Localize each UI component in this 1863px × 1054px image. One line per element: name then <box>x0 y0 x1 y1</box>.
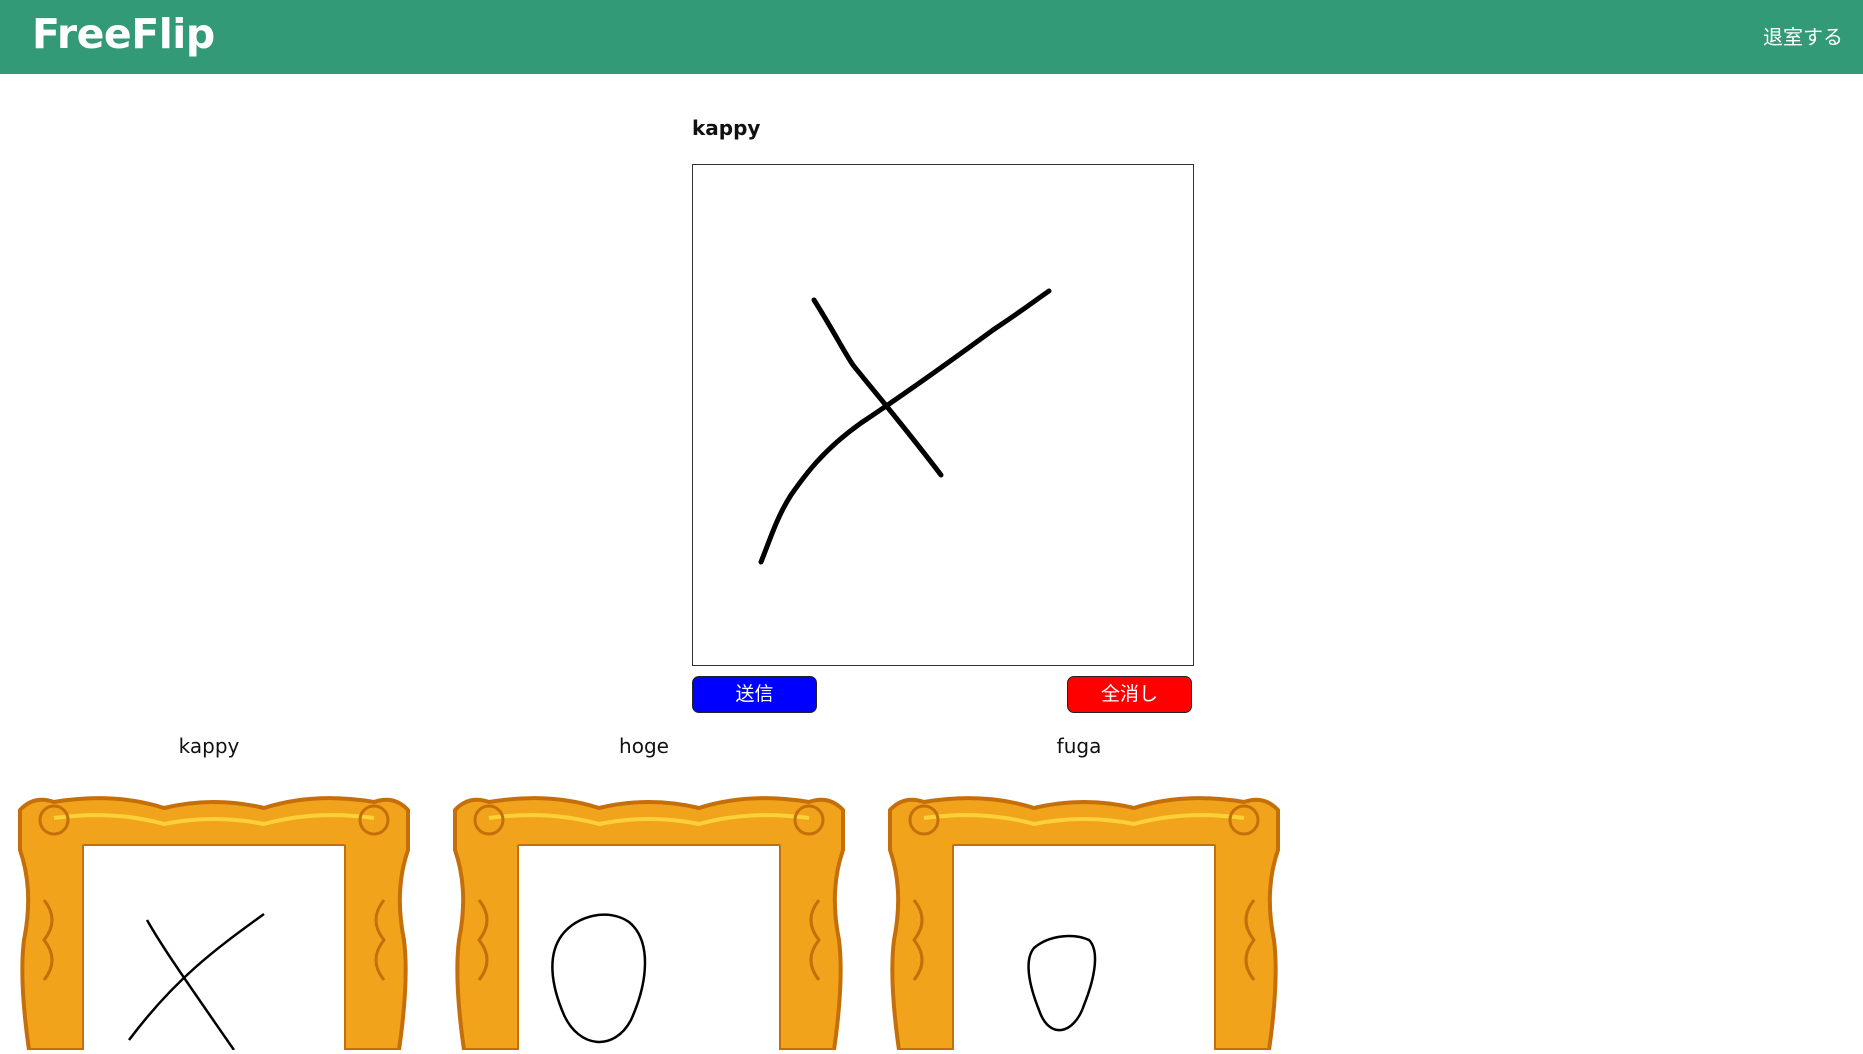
picture-frame <box>14 790 414 1054</box>
ornate-frame-icon <box>453 796 845 1054</box>
current-player-name: kappy <box>692 116 761 140</box>
app-logo[interactable]: FreeFlip <box>32 10 215 58</box>
send-button[interactable]: 送信 <box>692 676 817 713</box>
clear-all-button[interactable]: 全消し <box>1067 676 1192 713</box>
app-header: FreeFlip 退室する <box>0 0 1863 74</box>
ornate-frame-icon <box>18 796 410 1054</box>
picture-frame <box>884 790 1284 1054</box>
gallery-player-name: hoge <box>619 734 669 758</box>
ornate-frame-icon <box>888 796 1280 1054</box>
gallery-player-name: fuga <box>1056 734 1102 758</box>
gallery-player-name: kappy <box>178 734 240 758</box>
drawing-canvas[interactable] <box>692 164 1194 666</box>
exit-room-link[interactable]: 退室する <box>1763 21 1843 50</box>
canvas-drawing <box>758 288 1052 565</box>
picture-frame <box>449 790 849 1054</box>
